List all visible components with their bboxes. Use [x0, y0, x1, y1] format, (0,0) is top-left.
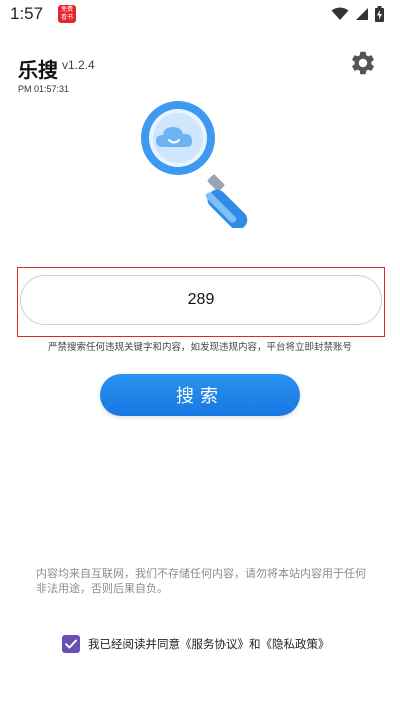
magnifier-cloud-icon — [141, 101, 248, 230]
disclaimer-text: 内容均来自互联网，我们不存储任何内容，请勿将本站内容用于任何非法用途，否则后果自… — [36, 567, 366, 595]
agreement-checkbox[interactable] — [62, 635, 80, 653]
wifi-icon — [331, 7, 349, 20]
notification-badge-line2: 看书 — [60, 14, 73, 21]
app-version: v1.2.4 — [62, 58, 95, 72]
agreement-row: 我已经阅读并同意《服务协议》和《隐私政策》 — [62, 634, 330, 654]
service-agreement-link[interactable]: 《服务协议》 — [180, 637, 249, 651]
status-bar: 1:57 免费 看书 — [0, 0, 400, 28]
agreement-joiner-text: 和 — [249, 637, 261, 651]
current-time-display: PM 01:57:31 — [18, 84, 70, 94]
status-time: 1:57 — [10, 4, 44, 23]
battery-charging-icon — [375, 6, 384, 22]
agreement-prefix-text: 我已经阅读并同意 — [88, 637, 180, 651]
gear-icon — [352, 51, 374, 75]
privacy-policy-link[interactable]: 《隐私政策》 — [261, 637, 330, 651]
app-title: 乐搜 — [18, 58, 58, 82]
status-icons — [331, 5, 384, 23]
checkmark-icon — [65, 639, 77, 649]
search-warning-text: 严禁搜索任何违规关键字和内容，如发现违规内容，平台将立即封禁账号 — [47, 342, 352, 353]
agreement-label: 我已经阅读并同意《服务协议》和《隐私政策》 — [88, 636, 330, 652]
notification-badge-line1: 免费 — [60, 6, 73, 13]
magnifier-illustration — [130, 98, 270, 230]
settings-button[interactable] — [349, 49, 377, 77]
notification-app-icon: 免费 看书 — [58, 5, 76, 23]
search-button[interactable]: 搜索 — [100, 374, 300, 416]
search-input[interactable] — [20, 275, 382, 325]
signal-icon — [356, 8, 368, 20]
